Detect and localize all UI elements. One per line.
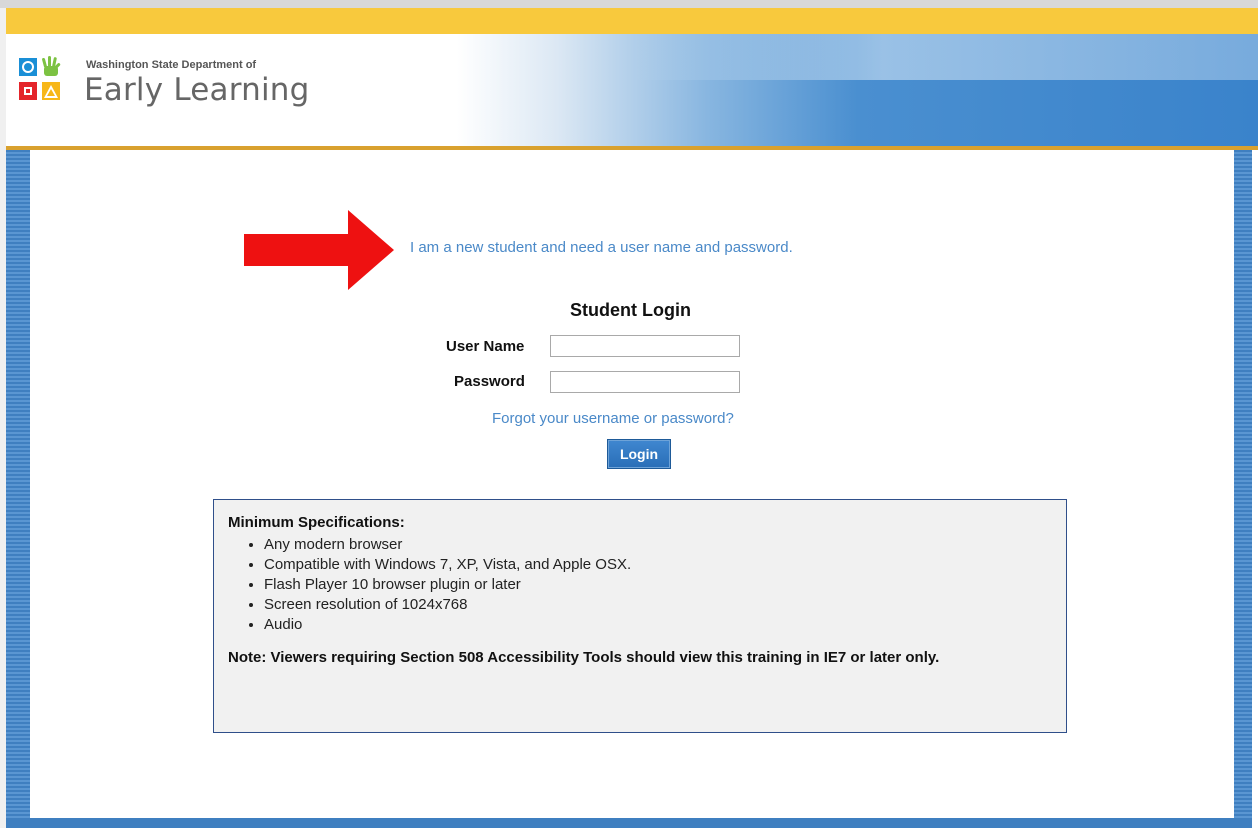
login-button[interactable]: Login [607,439,671,469]
password-input[interactable] [550,371,740,393]
window-frame: Washington State Department of Early Lea… [0,0,1258,828]
bottom-border [6,818,1252,828]
spec-item: Audio [264,615,1052,635]
left-border [6,150,30,824]
red-arrow-icon [244,210,394,290]
specs-list: Any modern browser Compatible with Windo… [228,535,1052,635]
spec-item: Flash Player 10 browser plugin or later [264,575,1052,595]
login-heading: Student Login [570,300,691,320]
org-prefix: Washington State Department of [86,59,257,71]
top-yellow-band [6,8,1258,34]
username-label: User Name [446,338,525,355]
username-input[interactable] [550,335,740,357]
accessibility-note: Note: Viewers requiring Section 508 Acce… [228,649,940,666]
spec-item: Compatible with Windows 7, XP, Vista, an… [264,555,1052,575]
spec-item: Screen resolution of 1024x768 [264,595,1052,615]
specifications-box: Minimum Specifications: Any modern brows… [213,499,1067,733]
forgot-credentials-link[interactable]: Forgot your username or password? [492,410,734,427]
right-border [1234,150,1252,824]
new-student-link[interactable]: I am a new student and need a user name … [410,239,793,256]
specs-title: Minimum Specifications: [228,514,405,531]
org-name: Early Learning [84,72,310,108]
top-strip [0,0,1258,8]
password-label: Password [454,373,525,390]
spec-item: Any modern browser [264,535,1052,555]
del-logo-icon[interactable] [18,54,70,104]
